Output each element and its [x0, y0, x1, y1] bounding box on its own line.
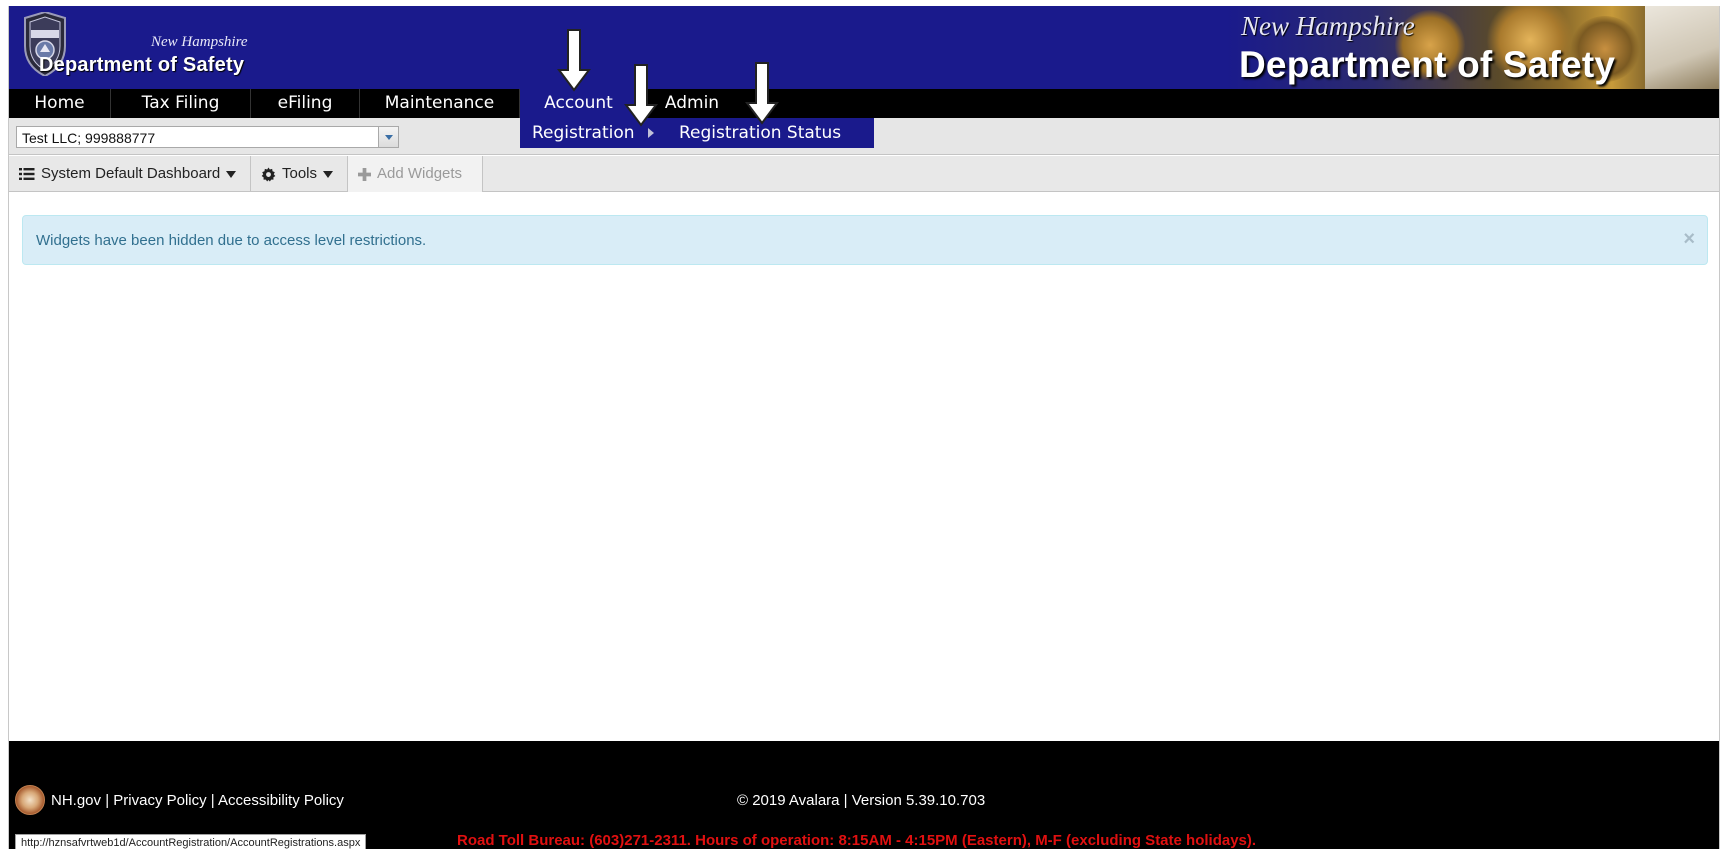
banner-department-name: Department of Safety [1239, 44, 1616, 85]
main-nav: Home Tax Filing eFiling Maintenance Acco… [9, 89, 1719, 118]
account-select[interactable]: Test LLC; 999888777 [16, 126, 399, 148]
footer-link-accessibility-policy[interactable]: Accessibility Policy [218, 792, 344, 809]
site-logo[interactable]: New Hampshire Department of Safety [21, 12, 271, 82]
tools-label: Tools [282, 165, 318, 182]
footer-separator: | [101, 792, 114, 809]
footer-links: NH.gov | Privacy Policy | Accessibility … [51, 792, 344, 809]
account-submenu: Registration Registration Status [520, 118, 874, 148]
footer: NH.gov | Privacy Policy | Accessibility … [9, 741, 1719, 849]
dashboard-select-label: System Default Dashboard [41, 165, 221, 182]
account-select-value: Test LLC; 999888777 [22, 130, 156, 146]
add-widgets-button[interactable]: Add Widgets [348, 156, 483, 192]
page: New Hampshire Department of Safety New H… [8, 6, 1720, 849]
nav-maintenance[interactable]: Maintenance [360, 89, 520, 118]
footer-separator: | [206, 792, 219, 809]
plus-icon [358, 167, 371, 181]
chevron-down-icon [385, 135, 393, 140]
account-select-dropdown-button[interactable] [378, 127, 398, 147]
caret-down-icon [226, 170, 237, 178]
header-banner-image: New Hampshire Department of Safety [1225, 6, 1719, 89]
add-widgets-label: Add Widgets [377, 165, 463, 182]
tools-button[interactable]: Tools [251, 156, 348, 192]
caret-down-icon [323, 170, 334, 178]
close-icon[interactable]: × [1683, 228, 1695, 251]
gear-icon [261, 167, 276, 182]
footer-link-nh-gov[interactable]: NH.gov [51, 792, 101, 809]
annotation-arrow-down-icon [745, 62, 779, 125]
dashboard-toolbar: System Default Dashboard Tools Add Widge… [9, 156, 1719, 192]
footer-road-toll-notice: Road Toll Bureau: (603)271-2311. Hours o… [457, 832, 1257, 849]
annotation-arrow-down-icon [557, 29, 591, 92]
nav-efiling[interactable]: eFiling [251, 89, 360, 118]
browser-status-url: http://hznsafvrtweb1d/AccountRegistratio… [15, 834, 367, 849]
access-restriction-alert: Widgets have been hidden due to access l… [22, 215, 1708, 265]
banner-state-name: New Hampshire [1241, 11, 1415, 41]
header-banner: New Hampshire Department of Safety New H… [9, 6, 1719, 89]
dashboard-select-button[interactable]: System Default Dashboard [9, 156, 251, 192]
submenu-registration[interactable]: Registration [532, 118, 635, 148]
logo-department-name: Department of Safety [39, 54, 245, 76]
annotation-arrow-down-icon [624, 64, 658, 127]
nh-state-seal-icon [15, 785, 45, 815]
alert-message: Widgets have been hidden due to access l… [36, 232, 427, 249]
nav-home[interactable]: Home [9, 89, 111, 118]
submenu-caret-right-icon [648, 128, 654, 138]
footer-link-privacy-policy[interactable]: Privacy Policy [113, 792, 206, 809]
nav-account[interactable]: Account [520, 89, 637, 118]
nav-tax-filing[interactable]: Tax Filing [111, 89, 251, 118]
list-icon [19, 168, 35, 181]
logo-state-name: New Hampshire [151, 34, 248, 50]
footer-copyright: © 2019 Avalara | Version 5.39.10.703 [737, 792, 986, 809]
